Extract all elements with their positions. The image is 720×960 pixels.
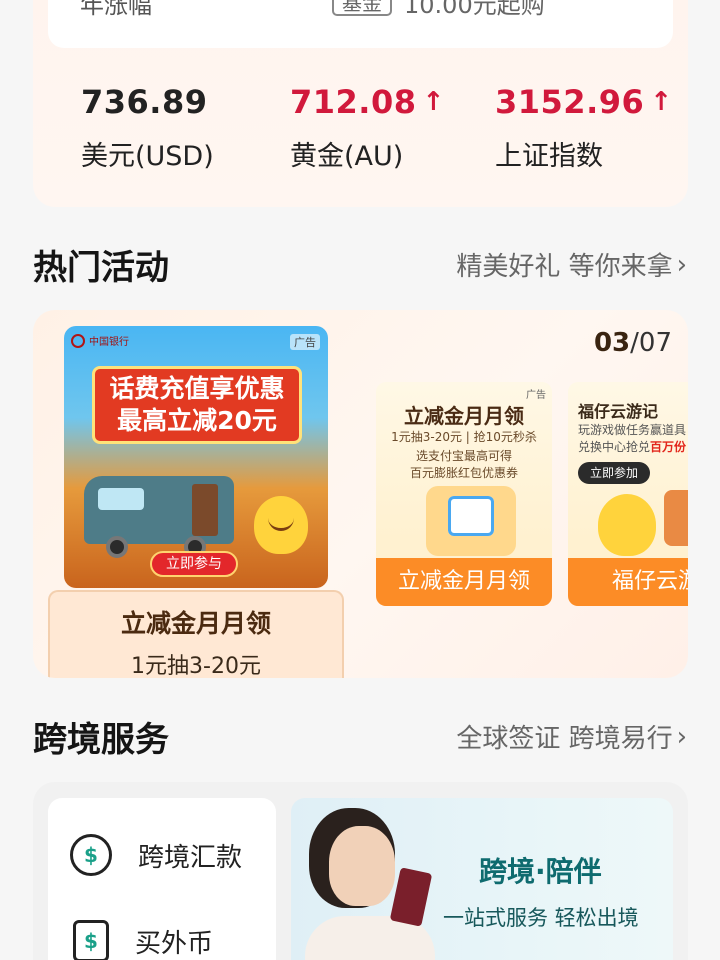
pager-total: /07 — [630, 328, 672, 358]
fund-yearly-label: 年涨幅 — [80, 0, 152, 19]
cross-border-title: 跨境服务 — [33, 720, 169, 760]
ad-headline-line1: 话费充值享优惠 — [109, 374, 285, 403]
exchange-dollar-icon: $ — [70, 834, 112, 876]
card-title: 立减金月月领 — [404, 404, 524, 428]
card-description-line: 兑换中心抢兑百万份 — [578, 440, 687, 454]
more-link-label: 全球签证 跨境易行 — [456, 724, 673, 754]
fund-min-buy: 10.00元起购 — [404, 0, 545, 19]
ad-tag: 广告 — [526, 390, 546, 401]
fund-tag: 基金 — [332, 0, 392, 16]
ad-tag: 广告 — [290, 334, 320, 350]
card-description: 选支付宝最高可得 百元膨胀红包优惠券 — [376, 448, 552, 482]
hot-activities-more-link[interactable]: 精美好礼 等你来拿 › — [456, 246, 687, 283]
quote-value: 712.08 ↑ — [290, 83, 445, 121]
bank-logo-text: 中国银行 — [89, 337, 129, 348]
card-description-line: 玩游戏做任务赢道具 — [578, 423, 687, 437]
quote-usd[interactable]: 736.89 美元(USD) — [81, 82, 214, 173]
passport-illustration — [389, 867, 433, 927]
quote-gold[interactable]: 712.08 ↑ 黄金(AU) — [290, 82, 445, 173]
main-ad-banner[interactable]: 中国银行 广告 话费充值享优惠 最高立减20元 立即参与 — [64, 326, 328, 588]
chevron-right-icon: › — [676, 721, 687, 752]
quote-name: 黄金(AU) — [290, 141, 404, 172]
card-bar-label: 福仔云游 — [568, 558, 688, 606]
fund-strip[interactable]: 年涨幅 基金 10.00元起购 — [48, 0, 673, 48]
card-title: 福仔云游记 — [578, 402, 659, 421]
ad-headline: 话费充值享优惠 最高立减20元 — [92, 366, 302, 444]
cross-border-card: $ 跨境汇款 $ 买外币 跨境·陪伴 一站式服务 轻松出境 — [33, 782, 688, 960]
gift-box-illustration — [664, 490, 688, 546]
more-link-label: 精美好礼 等你来拿 — [456, 252, 673, 282]
join-button[interactable]: 立即参加 — [578, 462, 650, 484]
cross-border-more-link[interactable]: 全球签证 跨境易行 › — [456, 718, 687, 755]
quote-name: 美元(USD) — [81, 141, 214, 172]
card-bar-label: 立减金月月领 — [376, 558, 552, 606]
quote-value: 3152.96 ↑ — [495, 83, 673, 121]
card-description: 玩游戏做任务赢道具 兑换中心抢兑百万份 — [578, 422, 686, 456]
person-head-illustration — [329, 826, 395, 906]
activity-card-game[interactable]: 福仔云游记 玩游戏做任务赢道具 兑换中心抢兑百万份 立即参加 福仔云游 — [568, 382, 688, 606]
carousel-pager: 03/07 — [594, 328, 672, 358]
cross-border-list: $ 跨境汇款 $ 买外币 — [48, 798, 276, 960]
banner-title: 跨境·陪伴 — [479, 855, 602, 888]
list-item-label: 跨境汇款 — [138, 842, 243, 873]
activity-card-discount[interactable]: 广告 立减金月月领 1元抽3-20元 | 抢10元秒杀 选支付宝最高可得 百元膨… — [376, 382, 552, 606]
activity-carousel[interactable]: 03/07 中国银行 广告 话费充值享优惠 最高立减20元 立即参与 立减金月月… — [33, 310, 688, 678]
up-arrow-icon: ↑ — [650, 87, 673, 117]
mascot-illustration — [254, 496, 308, 554]
list-item-buy-foreign-currency[interactable]: $ 买外币 — [70, 920, 213, 960]
quote-value: 736.89 — [81, 83, 208, 121]
hot-activities-title: 热门活动 — [33, 248, 169, 288]
foreign-currency-doc-icon: $ — [73, 920, 109, 960]
pager-current: 03 — [593, 328, 631, 358]
market-card: 年涨幅 基金 10.00元起购 736.89 美元(USD) 712.08 ↑ … — [33, 0, 688, 207]
caption-subtitle: 1元抽3-20元 — [131, 654, 261, 678]
quote-sse-index[interactable]: 3152.96 ↑ 上证指数 — [495, 82, 673, 173]
up-arrow-icon: ↑ — [422, 87, 445, 117]
cross-border-banner[interactable]: 跨境·陪伴 一站式服务 轻松出境 — [291, 798, 673, 960]
wheel-illustration — [106, 536, 128, 558]
mascot-illustration — [598, 494, 656, 556]
chevron-right-icon: › — [676, 249, 687, 280]
card-description-line: 选支付宝最高可得 — [415, 449, 512, 463]
list-item-label: 买外币 — [135, 928, 214, 959]
card-subtitle: 1元抽3-20元 | 抢10元秒杀 — [391, 430, 537, 444]
main-ad-caption[interactable]: 立减金月月领 1元抽3-20元 — [48, 590, 344, 678]
caption-title: 立减金月月领 — [120, 609, 271, 638]
card-description-line: 百元膨胀红包优惠券 — [409, 466, 518, 480]
list-item-remittance[interactable]: $ 跨境汇款 — [70, 834, 242, 876]
join-now-button[interactable]: 立即参与 — [150, 551, 238, 577]
bank-logo: 中国银行 — [71, 333, 129, 348]
quote-name: 上证指数 — [495, 141, 603, 172]
camper-illustration — [84, 476, 234, 544]
ad-headline-line2: 最高立减20元 — [117, 406, 277, 435]
banner-subtitle: 一站式服务 轻松出境 — [443, 906, 639, 930]
bank-logo-icon — [71, 333, 85, 348]
coupon-illustration — [426, 486, 516, 556]
